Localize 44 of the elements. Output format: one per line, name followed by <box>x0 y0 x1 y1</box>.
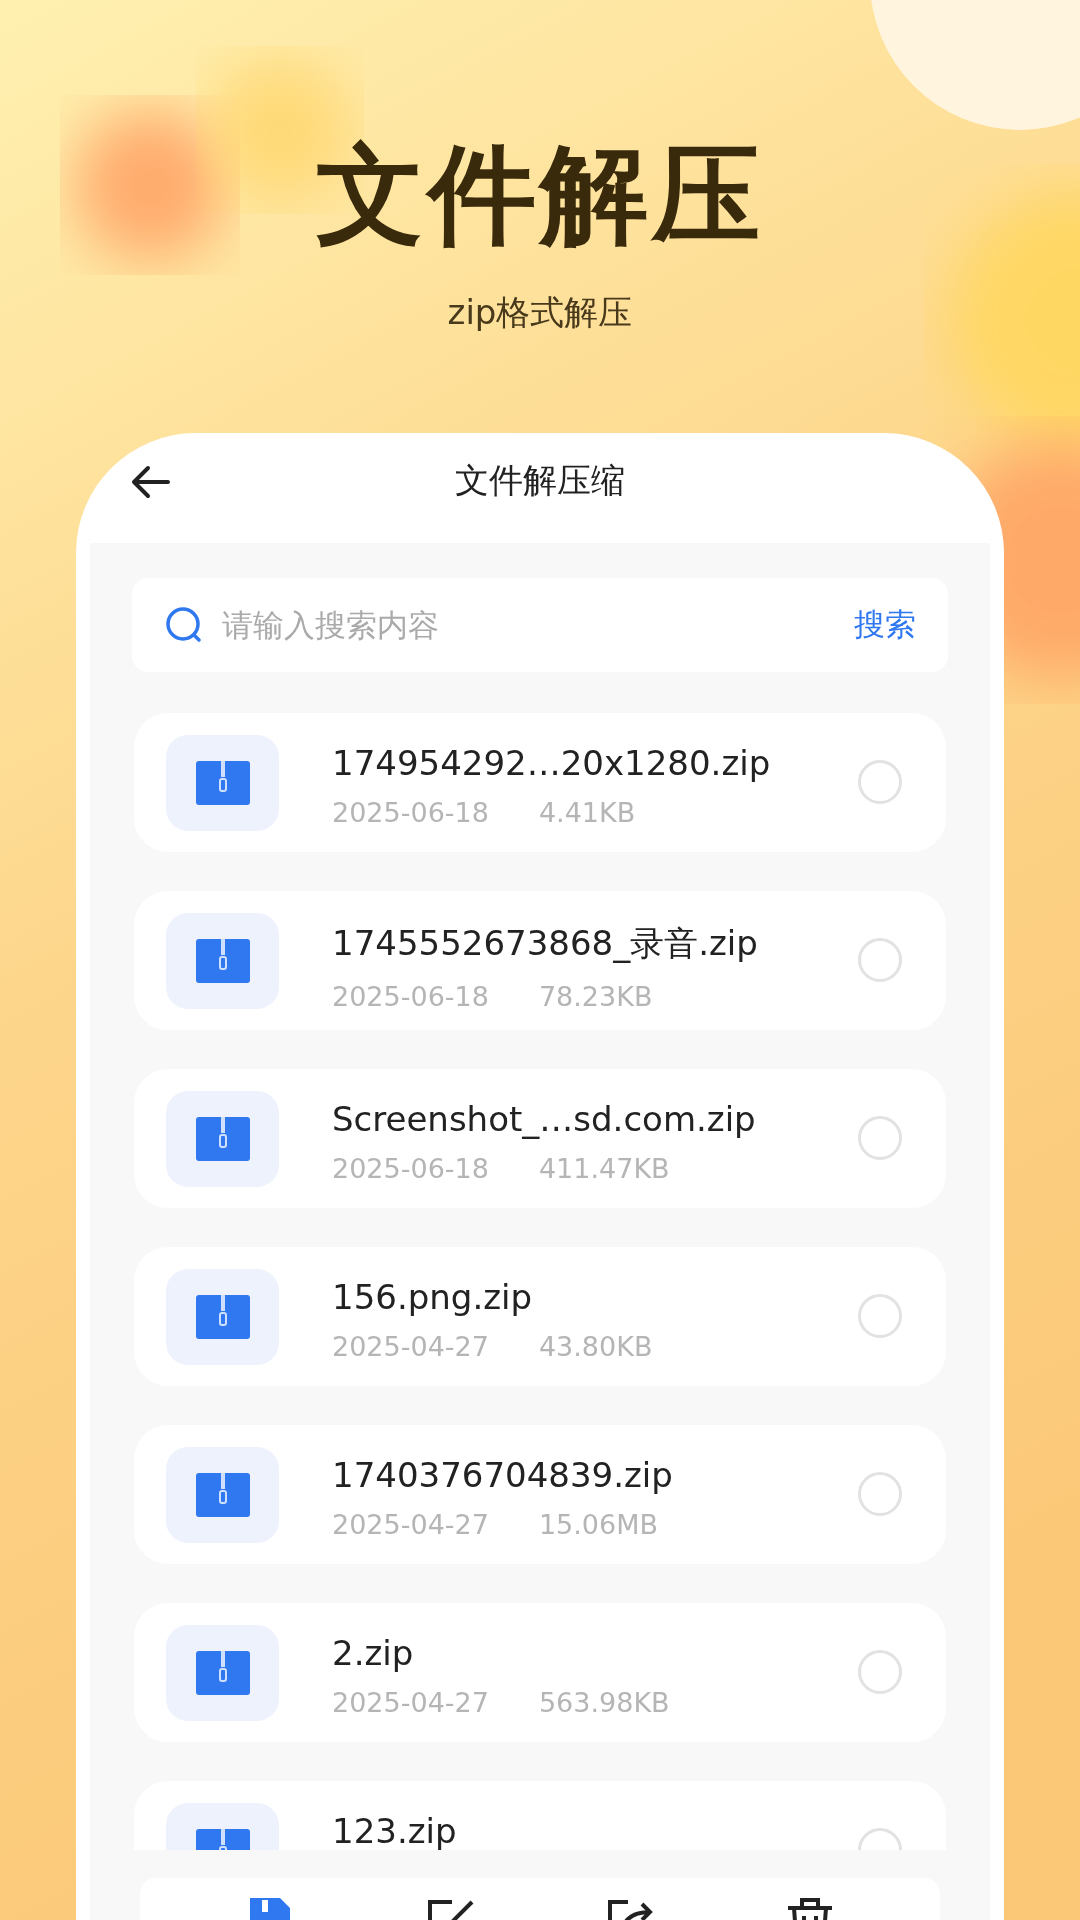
file-name: 156.png.zip <box>332 1277 534 1317</box>
page-title: 文件解压缩 <box>455 459 625 502</box>
hero-subtitle: zip格式解压 <box>447 291 633 334</box>
radio-button[interactable] <box>858 760 902 804</box>
file-row[interactable]: 123.zip <box>134 1781 946 1850</box>
search-button[interactable]: 搜索 <box>854 604 916 646</box>
zip-file-icon <box>166 913 279 1009</box>
hero-title: 文件解压 <box>316 131 764 259</box>
radio-button[interactable] <box>858 1472 902 1516</box>
radio-button[interactable] <box>858 1116 902 1160</box>
file-row[interactable]: Screenshot_…sd.com.zip 2025-06-18 411.47KB <box>134 1069 946 1208</box>
file-row[interactable]: 1745552673868_录音.zip 2025-06-18 78.23KB <box>134 891 946 1030</box>
file-date: 2025-06-18 <box>332 1153 489 1184</box>
file-row[interactable]: 1740376704839.zip 2025-04-27 15.06MB <box>134 1425 946 1564</box>
file-row[interactable]: 156.png.zip 2025-04-27 43.80KB <box>134 1247 946 1386</box>
radio-button[interactable] <box>858 1650 902 1694</box>
file-size: 43.80KB <box>538 1331 653 1362</box>
file-row[interactable]: 2.zip 2025-04-27 563.98KB <box>134 1603 946 1742</box>
file-size: 411.47KB <box>538 1153 670 1184</box>
file-name: 1740376704839.zip <box>332 1455 673 1495</box>
zip-file-icon <box>166 1447 279 1543</box>
file-size: 15.06MB <box>538 1509 659 1540</box>
file-date: 2025-04-27 <box>332 1687 489 1718</box>
search-icon <box>164 605 204 645</box>
search-field[interactable]: 请输入搜索内容 搜索 <box>132 578 948 672</box>
file-size: 563.98KB <box>538 1687 670 1718</box>
zip-file-icon <box>166 1269 279 1365</box>
zip-file-icon <box>166 1625 279 1721</box>
file-row[interactable]: 174954292…20x1280.zip 2025-06-18 4.41KB <box>134 713 946 852</box>
file-name: Screenshot_…sd.com.zip <box>332 1099 756 1139</box>
file-date: 2025-04-27 <box>332 1331 489 1362</box>
zip-file-icon <box>166 735 279 831</box>
file-name: 123.zip <box>332 1811 457 1850</box>
file-date: 2025-06-18 <box>332 981 489 1012</box>
radio-button[interactable] <box>858 938 902 982</box>
file-name: 2.zip <box>332 1633 415 1673</box>
file-size: 4.41KB <box>538 797 636 828</box>
file-date: 2025-04-27 <box>332 1509 489 1540</box>
zip-file-icon <box>166 1091 279 1187</box>
file-name: 174954292…20x1280.zip <box>332 743 771 783</box>
radio-button[interactable] <box>858 1294 902 1338</box>
file-date: 2025-06-18 <box>332 797 489 828</box>
file-name: 1745552673868_录音.zip <box>332 922 758 965</box>
file-size: 78.23KB <box>538 981 653 1012</box>
